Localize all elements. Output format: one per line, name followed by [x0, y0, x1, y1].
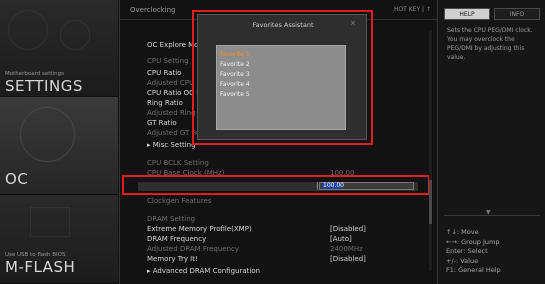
oc-menu[interactable]: OC [0, 97, 118, 195]
setting-label: DRAM Frequency [147, 235, 207, 243]
key-hint: ↑↓: Move [446, 228, 479, 236]
setting-label: Memory Try It! [147, 255, 198, 263]
setting-label: DRAM Setting [147, 215, 196, 223]
mflash-usb-icon [30, 207, 70, 237]
help-panel: HELP INFO Sets the CPU PEG/DMI clock. Yo… [437, 0, 545, 284]
setting-label: CPU Setting [147, 57, 189, 65]
setting-label: ▸ Advanced DRAM Configuration [147, 267, 261, 275]
setting-row: Adjusted DRAM Frequency 2400MHz [120, 244, 437, 254]
setting-value: 2400MHz [330, 245, 363, 253]
tab-info[interactable]: INFO [494, 8, 540, 20]
setting-value: [Disabled] [330, 255, 366, 263]
setting-label: CPU Ratio [147, 69, 182, 77]
setting-label: Extreme Memory Profile(XMP) [147, 225, 252, 233]
tab-help[interactable]: HELP [444, 8, 490, 20]
setting-label: GT Ratio [147, 119, 177, 127]
setting-row[interactable]: ▸ Advanced DRAM Configuration [120, 266, 437, 276]
setting-label: Ring Ratio [147, 99, 183, 107]
key-hint: Enter: Select [446, 247, 488, 255]
setting-label: Clockgen Features [147, 197, 212, 205]
setting-value: [Disabled] [330, 225, 366, 233]
mflash-label: M-FLASH [5, 258, 76, 276]
key-hint: F1: General Help [446, 266, 501, 274]
sidebar: Motherboard settings SETTINGS OC Use USB… [0, 0, 118, 284]
settings-gear-icon-inner [60, 20, 90, 50]
settings-gear-icon [8, 10, 48, 50]
favorite-item-5[interactable]: Favorite 5 [220, 91, 250, 98]
setting-label: ▸ Misc Setting [147, 141, 196, 149]
oc-gauge-icon [20, 107, 75, 162]
setting-row: DRAM Setting [120, 214, 437, 224]
help-description: Sets the CPU PEG/DMI clock. You may over… [447, 27, 533, 61]
favorite-item-2[interactable]: Favorite 2 [220, 61, 250, 68]
section-title: Overclocking [130, 6, 176, 14]
setting-row: Clockgen Features [120, 196, 437, 206]
divider [444, 215, 540, 216]
key-legend: ↑↓: Move ←→: Group Jump Enter: Select +/… [446, 228, 542, 276]
setting-label: CPU BCLK Setting [147, 159, 209, 167]
favorites-title: Favorites Assistant [252, 21, 314, 29]
favorite-item-4[interactable]: Favorite 4 [220, 81, 250, 88]
favorites-dialog: Favorites Assistant × Favorite 1 Favorit… [197, 14, 367, 140]
setting-row[interactable]: Memory Try It! [Disabled] [120, 254, 437, 264]
highlight-box-selected-row [122, 175, 430, 195]
key-hint: +/-: Value [446, 256, 479, 265]
oc-label: OC [5, 170, 29, 188]
mflash-menu[interactable]: Use USB to flash BIOS M-FLASH [0, 195, 118, 284]
scrollbar-track[interactable] [429, 30, 432, 270]
key-hint: ←→: Group Jump [446, 237, 500, 246]
setting-label: Adjusted DRAM Frequency [147, 245, 240, 253]
setting-row[interactable]: DRAM Frequency [Auto] [120, 234, 437, 244]
favorite-item-3[interactable]: Favorite 3 [220, 71, 250, 78]
close-icon[interactable]: × [350, 19, 356, 27]
settings-label: SETTINGS [5, 77, 83, 95]
hotkey-indicator[interactable]: HOT KEY | ↑ [394, 6, 431, 13]
setting-row: CPU BCLK Setting [120, 158, 437, 168]
favorites-list: Favorite 1 Favorite 2 Favorite 3 Favorit… [216, 45, 346, 130]
settings-menu[interactable]: Motherboard settings SETTINGS [0, 0, 118, 97]
setting-value: [Auto] [330, 235, 352, 243]
favorite-item-1[interactable]: Favorite 1 [220, 51, 250, 58]
setting-row[interactable]: Extreme Memory Profile(XMP) [Disabled] [120, 224, 437, 234]
scrollbar-thumb[interactable] [429, 180, 432, 224]
